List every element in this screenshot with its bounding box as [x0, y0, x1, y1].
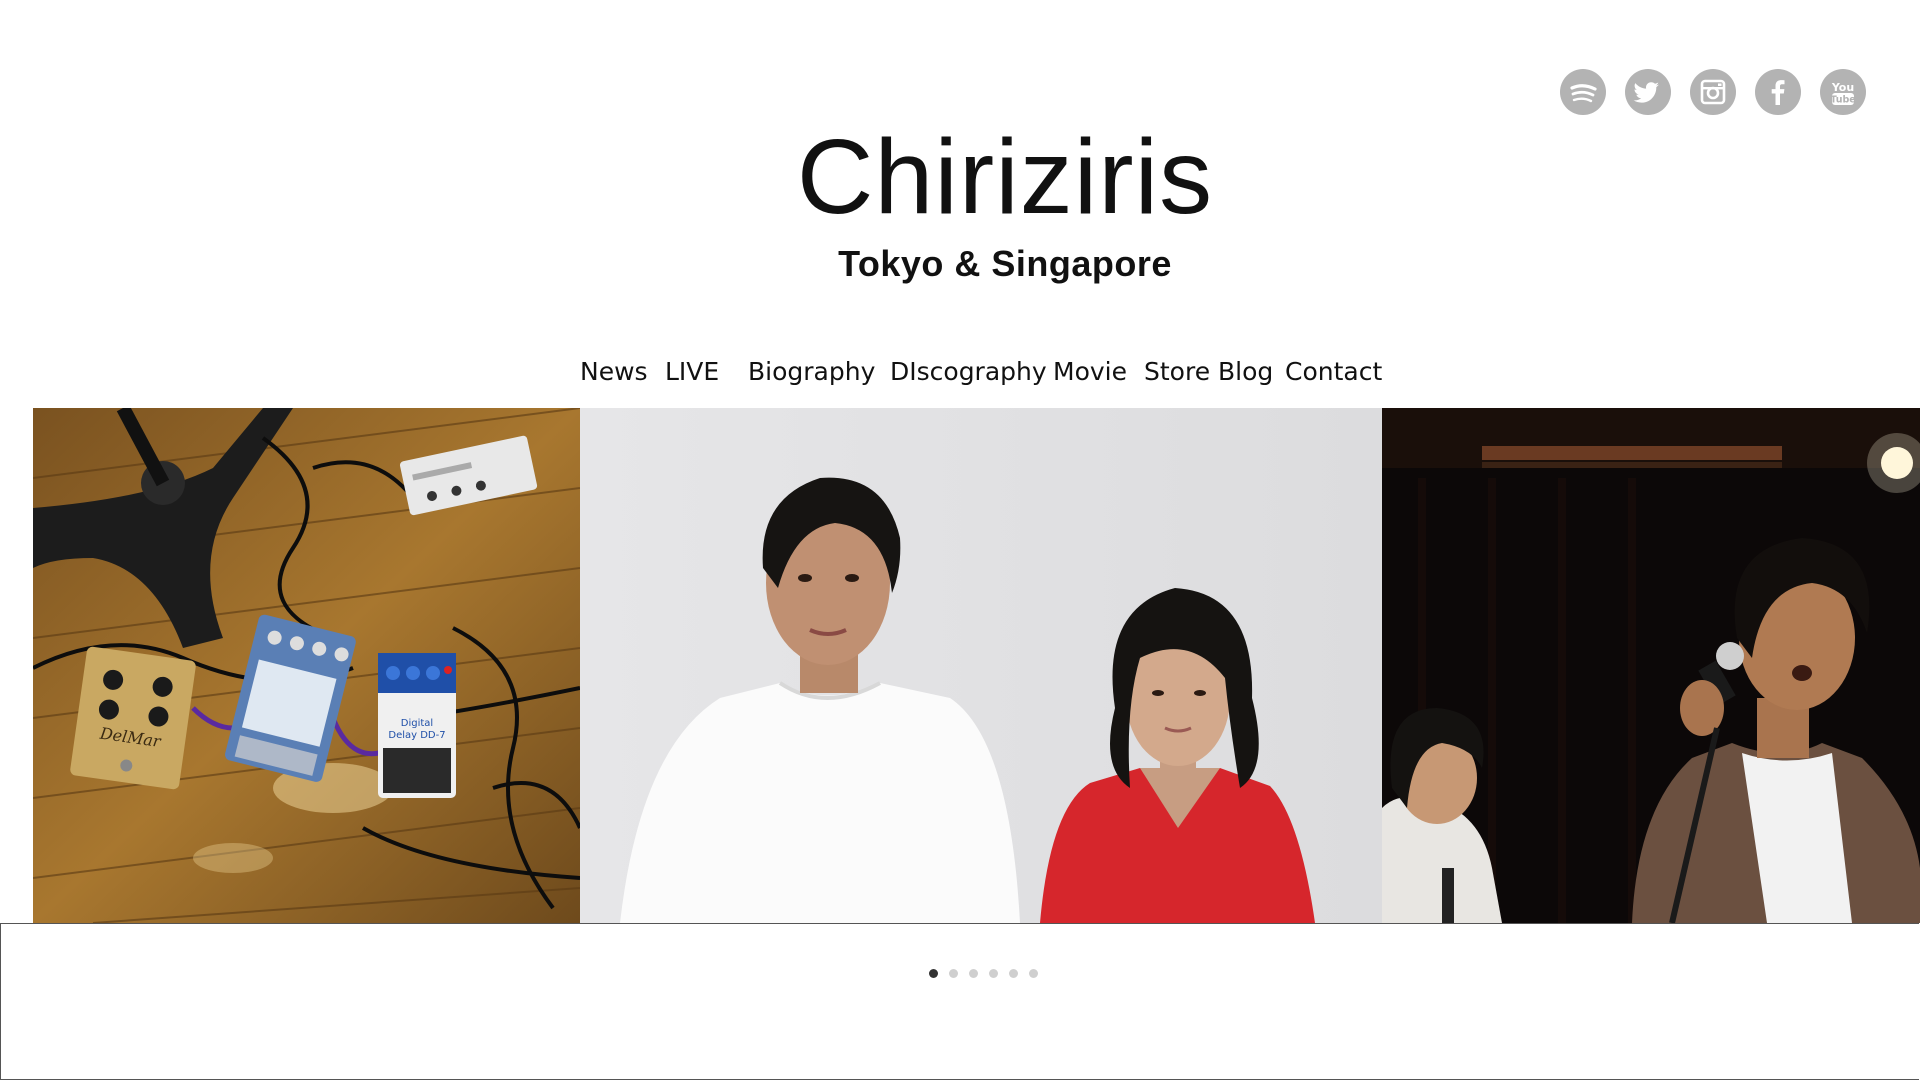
- facebook-icon[interactable]: [1755, 69, 1801, 115]
- carousel-dot-4[interactable]: [989, 969, 998, 978]
- carousel-dot-5[interactable]: [1009, 969, 1018, 978]
- nav-item-store[interactable]: Store: [1144, 354, 1210, 390]
- nav-item-blog[interactable]: Blog: [1218, 354, 1273, 390]
- effects-pedals-photo: DelMar Digital Delay DD-7: [33, 408, 580, 923]
- svg-text:Tube: Tube: [1830, 95, 1855, 106]
- site-subtitle: Tokyo & Singapore: [838, 243, 1172, 284]
- page: You Tube Chiriziris Tokyo & Singapore Ne…: [0, 0, 1920, 1080]
- carousel-dot-1[interactable]: [929, 969, 938, 978]
- spotify-icon[interactable]: [1560, 69, 1606, 115]
- svg-text:You: You: [1831, 81, 1854, 94]
- carousel-footer: [0, 923, 1919, 1080]
- nav-item-live[interactable]: LIVE: [665, 354, 719, 390]
- main-nav: News LIVE Biography DIscography Movie St…: [0, 354, 1920, 394]
- nav-item-biography[interactable]: Biography: [748, 354, 875, 390]
- nav-item-discography[interactable]: DIscography: [890, 354, 1047, 390]
- youtube-icon[interactable]: You Tube: [1820, 69, 1866, 115]
- instagram-icon[interactable]: [1690, 69, 1736, 115]
- twitter-icon[interactable]: [1625, 69, 1671, 115]
- carousel-dots: [929, 969, 1038, 978]
- svg-text:Delay DD-7: Delay DD-7: [388, 730, 445, 741]
- band-portrait-photo: [580, 408, 1382, 923]
- svg-text:Digital: Digital: [401, 718, 433, 729]
- nav-item-movie[interactable]: Movie: [1053, 354, 1127, 390]
- carousel-dot-2[interactable]: [949, 969, 958, 978]
- carousel-dot-6[interactable]: [1029, 969, 1038, 978]
- site-logo[interactable]: Chiriziris Tokyo & Singapore: [0, 118, 1920, 284]
- live-performance-photo: [1382, 408, 1920, 923]
- image-carousel[interactable]: DelMar Digital Delay DD-7: [33, 408, 1920, 923]
- carousel-dot-3[interactable]: [969, 969, 978, 978]
- social-links: You Tube: [1560, 69, 1866, 115]
- site-title: Chiriziris: [796, 118, 1214, 236]
- nav-item-contact[interactable]: Contact: [1285, 354, 1382, 390]
- nav-item-news[interactable]: News: [580, 354, 648, 390]
